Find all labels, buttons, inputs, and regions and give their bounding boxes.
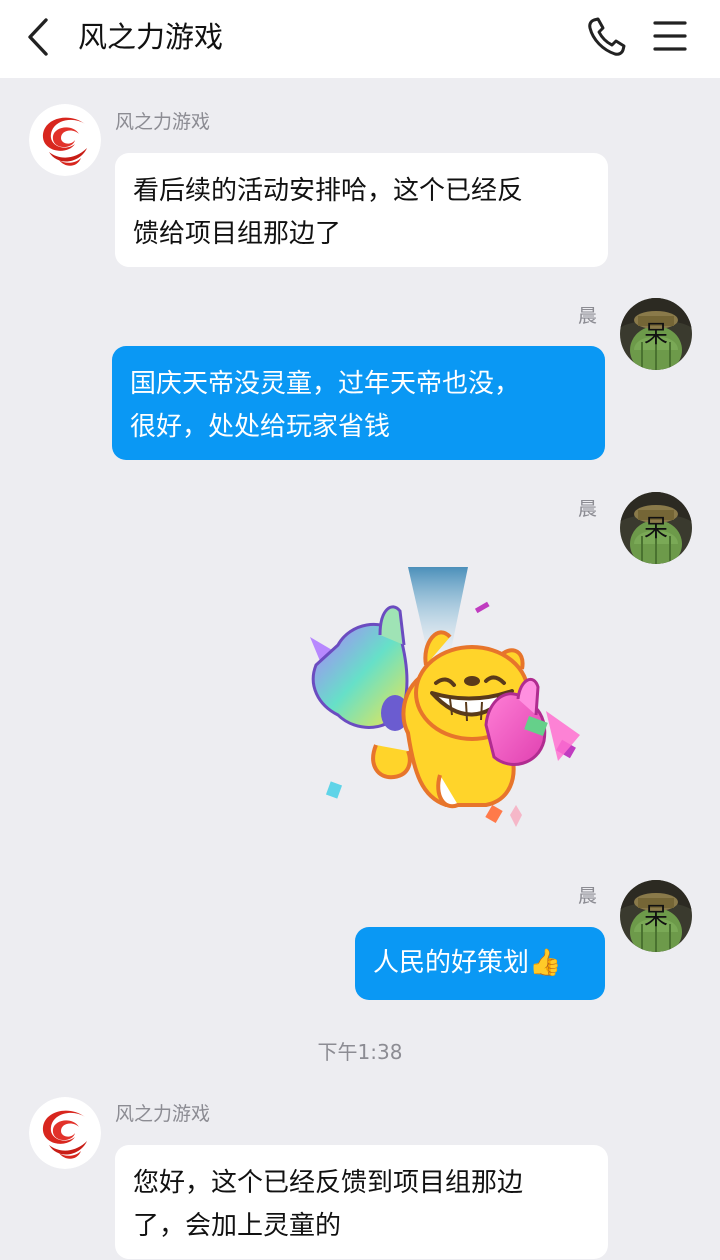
message-timestamp: 下午1:38	[317, 1040, 403, 1064]
self-avatar[interactable]: 呆	[620, 492, 692, 564]
message-bubble-outgoing[interactable]: 人民的好策划👍	[355, 927, 605, 1000]
contact-avatar[interactable]	[29, 1097, 101, 1169]
swirl-logo-icon	[29, 104, 101, 176]
sender-name: 晨	[578, 305, 598, 327]
self-avatar[interactable]: 呆	[620, 298, 692, 370]
cactus-avatar-icon: 呆	[620, 880, 692, 952]
sticker-image	[310, 567, 580, 827]
sender-name: 风之力游戏	[115, 111, 211, 133]
avatar-badge-text: 呆	[644, 320, 668, 348]
sender-name: 晨	[578, 885, 598, 907]
avatar-badge-text: 呆	[644, 902, 668, 930]
hamburger-menu-icon	[653, 21, 687, 51]
cactus-avatar-icon: 呆	[620, 492, 692, 564]
message-bubble-outgoing[interactable]: 国庆天帝没灵童，过年天帝也没， 很好，处处给玩家省钱	[112, 346, 605, 460]
chat-title: 风之力游戏	[78, 20, 224, 54]
self-avatar[interactable]: 呆	[620, 880, 692, 952]
swirl-logo-icon	[29, 1097, 101, 1169]
message-bubble-incoming[interactable]: 看后续的活动安排哈，这个已经反 馈给项目组那边了	[115, 153, 608, 267]
call-button[interactable]	[585, 14, 629, 60]
message-bubble-incoming[interactable]: 您好，这个已经反馈到项目组那边 了，会加上灵童的	[115, 1145, 608, 1259]
contact-avatar[interactable]	[29, 104, 101, 176]
chevron-left-icon	[28, 18, 48, 56]
menu-button[interactable]	[650, 16, 690, 56]
thumbs-up-cat-sticker[interactable]	[300, 565, 585, 845]
sender-name: 风之力游戏	[115, 1103, 211, 1125]
cactus-avatar-icon: 呆	[620, 298, 692, 370]
avatar-badge-text: 呆	[644, 514, 668, 542]
sender-name: 晨	[578, 498, 598, 520]
back-button[interactable]	[22, 14, 58, 60]
phone-icon	[588, 17, 626, 56]
top-bar: 风之力游戏	[0, 0, 720, 78]
